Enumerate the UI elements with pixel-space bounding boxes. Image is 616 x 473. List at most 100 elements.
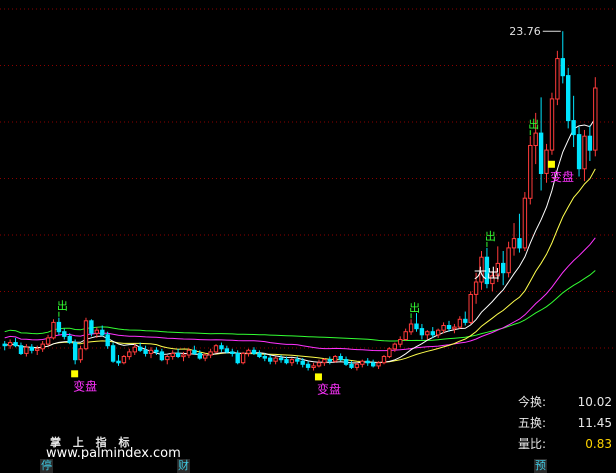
candle-up [408, 323, 414, 333]
candle-up [165, 356, 170, 361]
change-marker [71, 370, 79, 378]
candle-up [533, 132, 538, 147]
candle-up [511, 238, 517, 249]
candle-down [278, 357, 284, 361]
candle-down [197, 352, 203, 359]
candle-up [186, 349, 192, 356]
candle-up [78, 348, 83, 361]
candle-up [544, 149, 549, 174]
five-day-turnover-label: 五换: [518, 416, 547, 430]
candle-down [18, 345, 24, 355]
candle-up [392, 343, 398, 350]
candle-down [192, 349, 197, 354]
candle-up [273, 357, 278, 362]
candle-down [300, 360, 305, 365]
candle-down [560, 58, 565, 77]
candle-up [94, 329, 99, 334]
sell-signal-label: 出 [485, 229, 496, 243]
candle-down [257, 352, 262, 357]
change-marker [547, 160, 555, 168]
candle-up [203, 354, 208, 359]
candle-up [468, 294, 473, 323]
candle-down [576, 134, 582, 170]
candle-up [132, 346, 138, 353]
candle-down [284, 359, 289, 364]
candle-down [224, 348, 230, 353]
candle-up [311, 365, 316, 368]
candle-down [13, 342, 18, 347]
candle-down [419, 328, 425, 336]
candle-up [322, 359, 327, 364]
candle-up [35, 348, 40, 351]
candle-down [116, 360, 121, 364]
candle-down [100, 329, 105, 336]
candle-down [110, 345, 116, 362]
candle-up [381, 356, 387, 364]
candle-up [240, 352, 246, 364]
candle-down [538, 132, 544, 175]
candle-up [452, 326, 457, 330]
candle-down [262, 356, 268, 359]
change-label: 变盘 [550, 169, 574, 184]
candle-down [73, 342, 78, 361]
candle-up [333, 356, 338, 362]
candle-down [587, 135, 593, 151]
candle-down [414, 323, 419, 330]
sell-signal-label: 出 [409, 300, 420, 314]
candle-down [501, 262, 506, 274]
candle-down [349, 363, 354, 368]
candle-up [127, 351, 132, 358]
candle-down [430, 331, 436, 336]
candle-down [463, 318, 468, 323]
change-label: 变盘 [73, 378, 97, 393]
candle-up [425, 331, 430, 336]
candle-up [289, 359, 295, 364]
bottom-status-bar [0, 459, 616, 473]
candle-up [24, 346, 29, 354]
candle-up [398, 339, 403, 345]
candle-down [338, 356, 343, 361]
candle-up [387, 348, 392, 358]
forecast-tag[interactable]: 预 [534, 459, 547, 473]
candle-up [51, 321, 56, 339]
candle-down [67, 335, 72, 344]
candle-up [354, 363, 360, 368]
candle-up [40, 343, 45, 350]
candle-up [441, 325, 446, 331]
candle-up [360, 360, 365, 365]
change-marker [314, 373, 322, 381]
candle-up [506, 247, 511, 274]
volume-ratio-label: 量比: [518, 437, 547, 451]
candle-up [83, 320, 89, 350]
candle-down [29, 346, 35, 351]
candle-up [522, 197, 528, 249]
candle-down [89, 320, 94, 334]
candle-down [268, 357, 273, 362]
stop-tag[interactable]: 停 [40, 459, 53, 473]
candle-down [251, 349, 257, 354]
change-label: 变盘 [317, 381, 341, 396]
volume-ratio-row: 量比: 0.83 [518, 434, 614, 455]
candle-up [457, 318, 463, 328]
candle-down [295, 359, 300, 362]
candle-up [181, 354, 186, 358]
finance-tag[interactable]: 财 [177, 459, 190, 473]
candle-up [549, 98, 555, 151]
candle-up [121, 356, 127, 364]
candle-up [403, 331, 408, 341]
candle-down [105, 334, 110, 347]
candle-up [528, 145, 533, 199]
candle-up [208, 351, 213, 356]
candle-up [582, 135, 587, 170]
candle-down [571, 120, 576, 136]
candle-up [436, 329, 441, 336]
sell-signal-label: 出 [528, 117, 539, 131]
today-turnover-label: 今换: [518, 395, 547, 409]
candle-down [219, 345, 224, 350]
candle-down [365, 360, 370, 364]
candle-down [235, 352, 240, 364]
today-turnover-row: 今换: 10.02 [518, 392, 614, 413]
candle-down [517, 238, 522, 249]
candle-down [143, 349, 148, 354]
candle-up [170, 352, 175, 357]
